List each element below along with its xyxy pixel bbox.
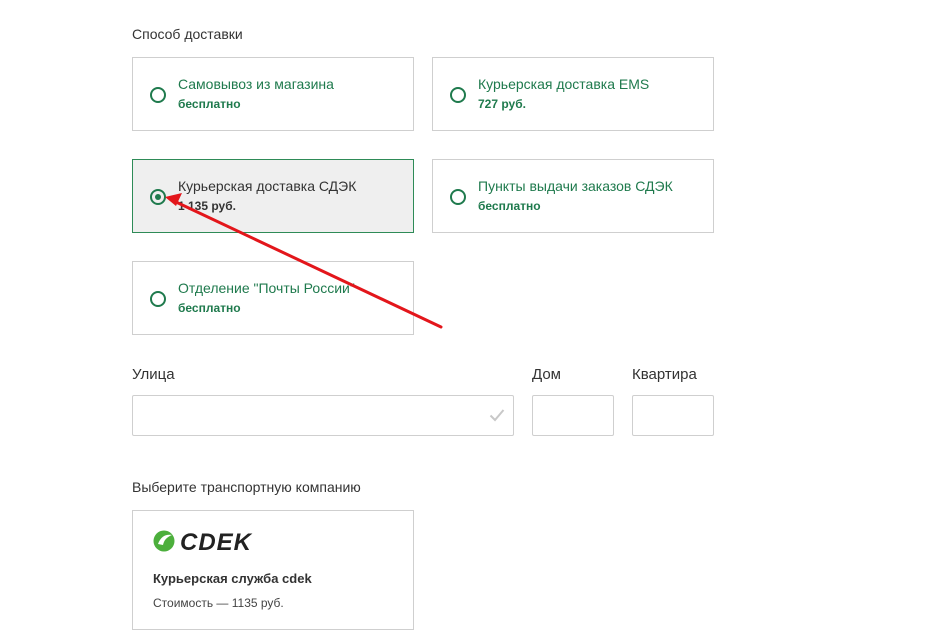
apartment-input[interactable] bbox=[633, 396, 713, 435]
cdek-logo: CDEK bbox=[153, 529, 253, 554]
delivery-option-title: Курьерская доставка СДЭК bbox=[178, 178, 357, 194]
house-field[interactable] bbox=[532, 395, 614, 436]
delivery-option-ems[interactable]: Курьерская доставка EMS 727 руб. bbox=[432, 57, 714, 131]
street-label: Улица bbox=[132, 366, 175, 383]
delivery-option-cdek-pickup-points[interactable]: Пункты выдачи заказов СДЭК бесплатно bbox=[432, 159, 714, 233]
delivery-option-title: Пункты выдачи заказов СДЭК bbox=[478, 178, 673, 194]
delivery-option-title: Курьерская доставка EMS bbox=[478, 76, 650, 92]
transport-section-label: Выберите транспортную компанию bbox=[132, 479, 361, 495]
delivery-option-price: бесплатно bbox=[178, 97, 241, 111]
checkmark-icon bbox=[489, 409, 505, 422]
apartment-label: Квартира bbox=[632, 366, 697, 383]
delivery-option-pickup[interactable]: Самовывоз из магазина бесплатно bbox=[132, 57, 414, 131]
radio-dot bbox=[155, 194, 161, 200]
company-cost: Стоимость — 1135 руб. bbox=[153, 596, 284, 610]
radio-button[interactable] bbox=[450, 87, 466, 103]
delivery-option-russian-post[interactable]: Отделение "Почты России" бесплатно bbox=[132, 261, 414, 335]
delivery-option-title: Отделение "Почты России" bbox=[178, 280, 355, 296]
delivery-option-price: бесплатно bbox=[178, 301, 241, 315]
transport-company-card-cdek[interactable]: CDEK Курьерская служба cdek Стоимость — … bbox=[132, 510, 414, 630]
apartment-field[interactable] bbox=[632, 395, 714, 436]
street-input[interactable] bbox=[133, 396, 513, 435]
house-input[interactable] bbox=[533, 396, 613, 435]
delivery-section-label: Способ доставки bbox=[132, 26, 243, 42]
company-name: Курьерская служба cdek bbox=[153, 571, 312, 586]
radio-button[interactable] bbox=[450, 189, 466, 205]
delivery-option-cdek-courier[interactable]: Курьерская доставка СДЭК 1 135 руб. bbox=[132, 159, 414, 233]
street-field[interactable] bbox=[132, 395, 514, 436]
house-label: Дом bbox=[532, 366, 561, 383]
radio-button[interactable] bbox=[150, 291, 166, 307]
cdek-logo-text: CDEK bbox=[180, 529, 253, 554]
radio-button-selected[interactable] bbox=[150, 189, 166, 205]
radio-button[interactable] bbox=[150, 87, 166, 103]
delivery-option-price: бесплатно bbox=[478, 199, 541, 213]
delivery-option-title: Самовывоз из магазина bbox=[178, 76, 334, 92]
delivery-option-price: 727 руб. bbox=[478, 97, 526, 111]
delivery-option-price: 1 135 руб. bbox=[178, 199, 236, 213]
